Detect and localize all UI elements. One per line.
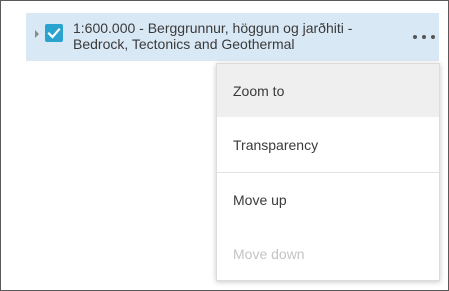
menu-item-move-up[interactable]: Move up — [217, 173, 439, 226]
layer-row[interactable]: 1:600.000 - Berggrunnur, höggun og jarðh… — [26, 13, 439, 61]
menu-item-zoom-to[interactable]: Zoom to — [217, 64, 439, 117]
layer-list-panel: 1:600.000 - Berggrunnur, höggun og jarðh… — [0, 0, 449, 291]
layer-title: 1:600.000 - Berggrunnur, höggun og jarðh… — [73, 20, 353, 52]
menu-item-move-down: Move down — [233, 245, 305, 262]
caret-right-icon[interactable] — [35, 30, 39, 38]
layer-actions-menu: Zoom to Transparency Move up Move down — [216, 63, 440, 281]
layer-visibility-checkbox[interactable] — [45, 24, 63, 42]
checkmark-icon — [47, 27, 61, 39]
menu-item-transparency[interactable]: Transparency — [217, 118, 439, 171]
ellipsis-icon[interactable] — [413, 31, 435, 43]
